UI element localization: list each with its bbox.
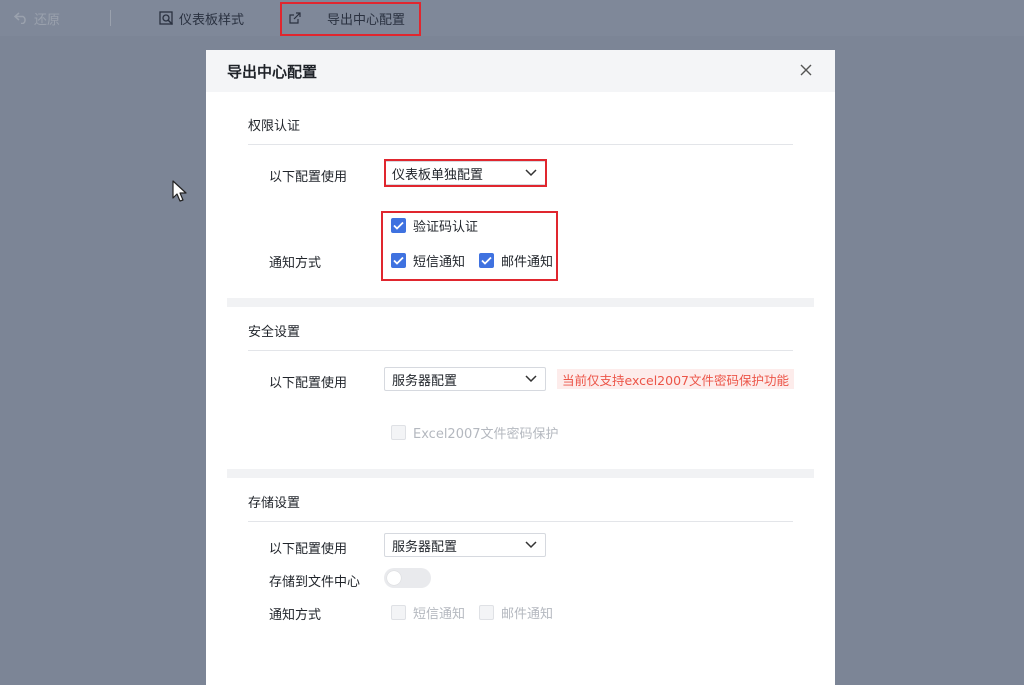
section-separator <box>227 469 814 478</box>
auth-section-divider <box>248 144 793 145</box>
toolbar-divider <box>110 10 111 26</box>
undo-label: 还原 <box>34 12 61 28</box>
auth-config-label: 以下配置使用 <box>269 170 348 185</box>
export-center-config-dialog: 导出中心配置 权限认证 以下配置使用 仪表板单独配置 验证码认证 通知方式 短信… <box>206 50 835 685</box>
dashboard-style-icon <box>159 10 174 25</box>
storage-sms-label: 短信通知 <box>413 607 466 622</box>
section-separator <box>227 298 814 307</box>
checkbox-unchecked-icon <box>391 605 406 620</box>
storage-notify-label: 通知方式 <box>269 608 322 623</box>
excel-protect-label: Excel2007文件密码保护 <box>413 427 559 442</box>
dashboard-style-button[interactable]: 仪表板样式 <box>159 0 244 36</box>
undo-icon <box>14 12 26 24</box>
toolbar-highlight-box <box>280 2 421 36</box>
chevron-down-icon <box>525 375 537 383</box>
checkbox-unchecked-icon <box>391 425 406 440</box>
storage-config-select[interactable]: 服务器配置 <box>384 533 546 557</box>
checkbox-unchecked-icon <box>479 605 494 620</box>
excel-protect-checkbox[interactable]: Excel2007文件密码保护 <box>391 423 559 442</box>
dialog-header: 导出中心配置 <box>206 50 835 92</box>
undo-button[interactable]: 还原 <box>14 0 60 36</box>
mouse-cursor-icon <box>172 180 187 202</box>
toggle-knob <box>387 571 401 585</box>
excel-warning-tag: 当前仅支持excel2007文件密码保护功能 <box>557 369 794 389</box>
top-toolbar: 还原 仪表板样式 导出中心配置 <box>0 0 1024 36</box>
auth-notify-label: 通知方式 <box>269 256 322 271</box>
auth-config-highlight-box <box>384 159 547 187</box>
store-to-file-center-toggle[interactable] <box>384 568 431 588</box>
storage-email-label: 邮件通知 <box>501 607 554 622</box>
dashboard-style-label: 仪表板样式 <box>179 12 245 28</box>
dialog-title: 导出中心配置 <box>227 62 318 81</box>
close-icon[interactable] <box>799 63 813 77</box>
security-section-title: 安全设置 <box>248 325 301 340</box>
storage-section-divider <box>248 521 793 522</box>
storage-sms-checkbox[interactable]: 短信通知 <box>391 603 465 622</box>
auth-section-title: 权限认证 <box>248 119 301 134</box>
storage-section-title: 存储设置 <box>248 496 301 511</box>
security-config-label: 以下配置使用 <box>269 376 348 391</box>
storage-config-value: 服务器配置 <box>392 539 458 555</box>
storage-email-checkbox[interactable]: 邮件通知 <box>479 603 553 622</box>
security-section-divider <box>248 350 793 351</box>
chevron-down-icon <box>525 541 537 549</box>
store-to-file-center-label: 存储到文件中心 <box>269 575 361 590</box>
security-config-select[interactable]: 服务器配置 <box>384 367 546 391</box>
storage-config-label: 以下配置使用 <box>269 542 348 557</box>
auth-notify-highlight-box <box>381 211 558 281</box>
security-config-value: 服务器配置 <box>392 373 458 389</box>
